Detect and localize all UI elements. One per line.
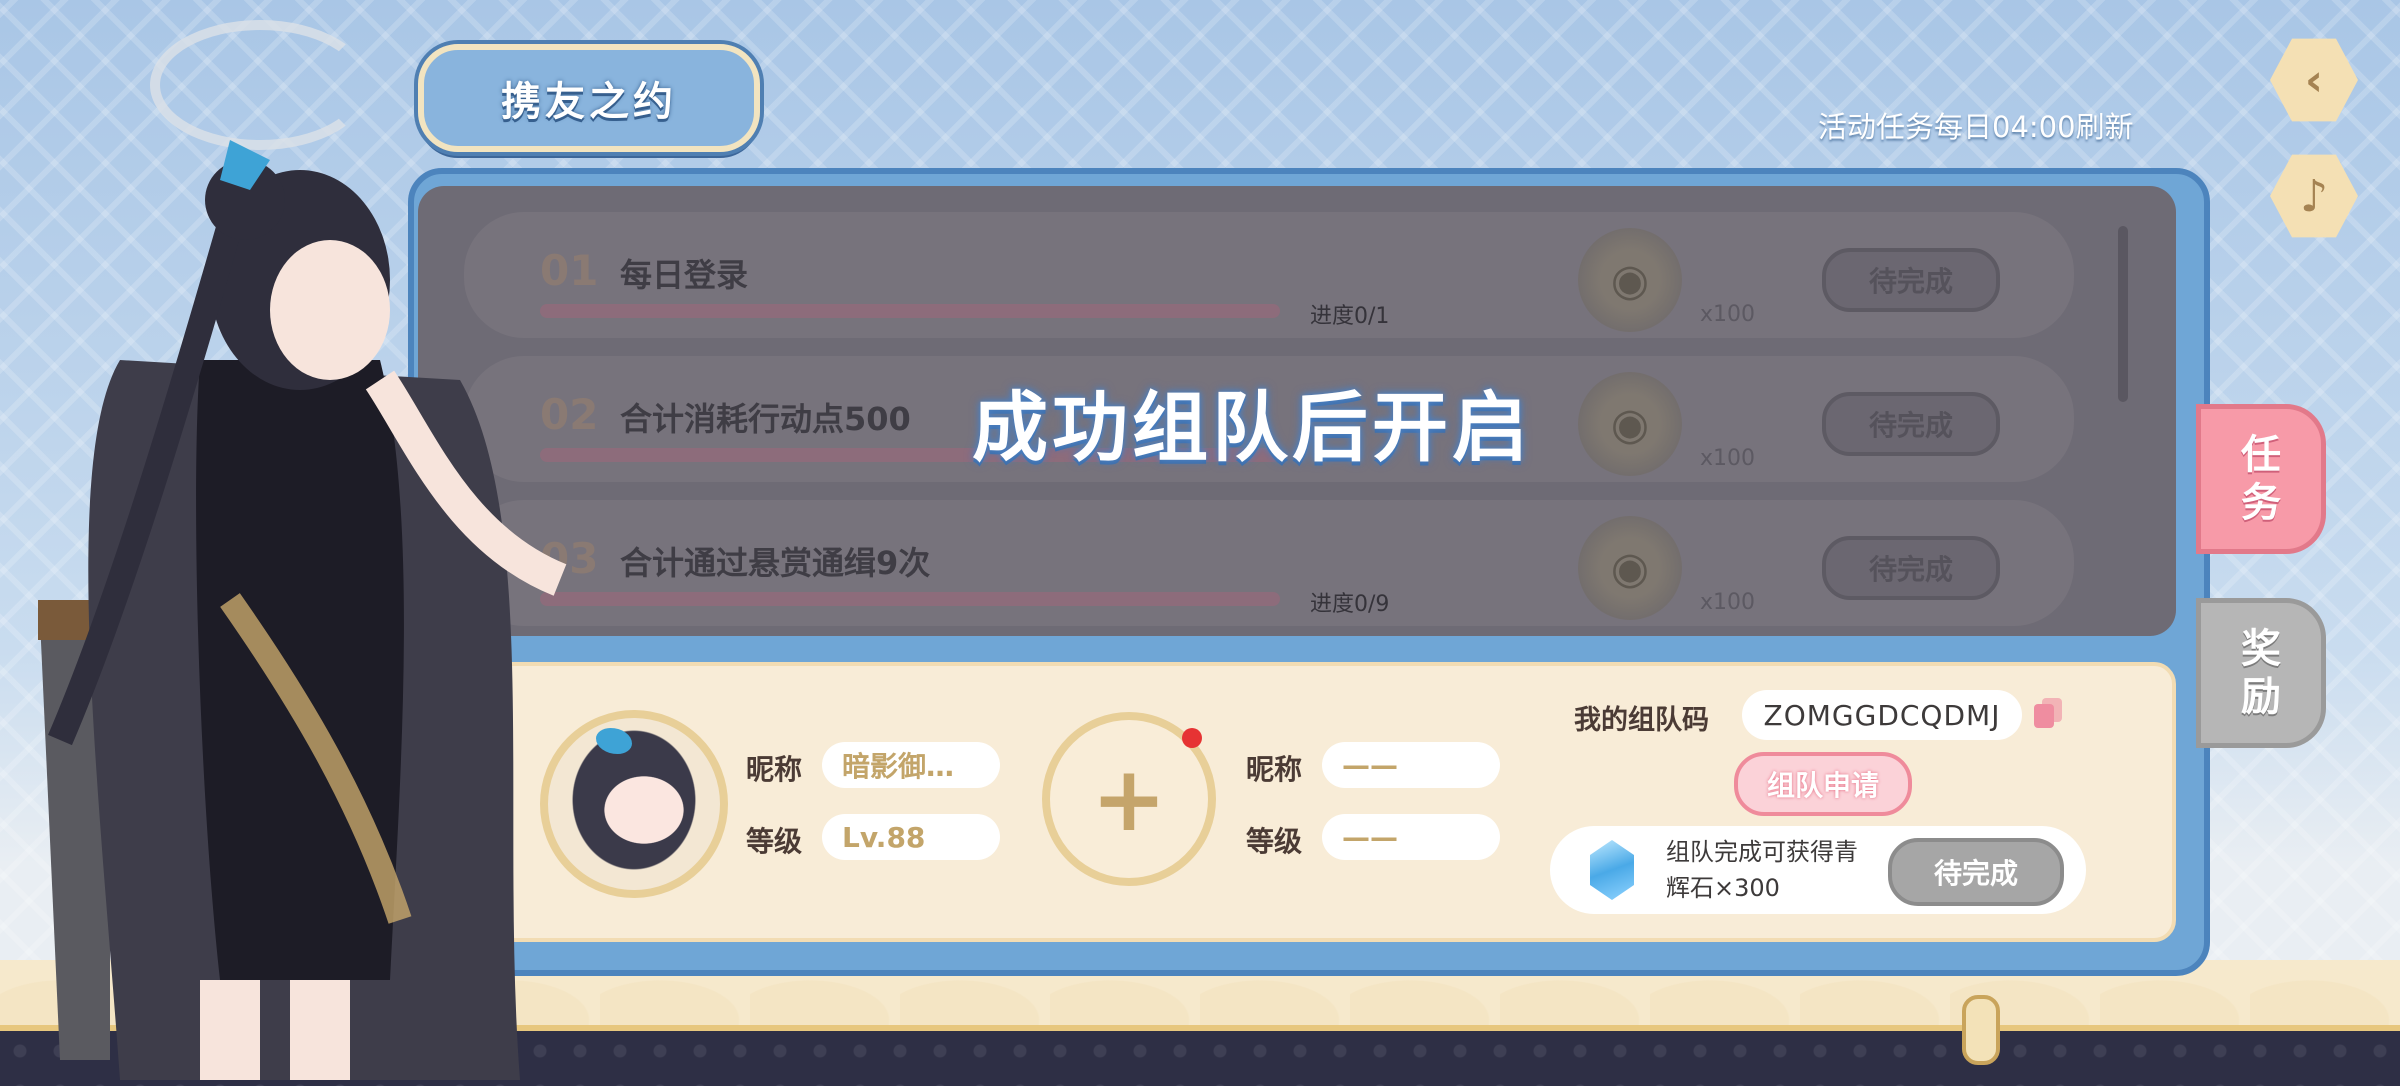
team-code-field: ZOMGGDCQDMJ — [1742, 690, 2022, 740]
self-level-field: Lv.88 — [822, 814, 1000, 860]
partner-nickname-field: —— — [1322, 742, 1500, 788]
team-reward-status-button[interactable]: 待完成 — [1888, 838, 2064, 906]
task-status-button[interactable]: 待完成 — [1822, 248, 2000, 312]
reward-coin-icon: ◉ — [1578, 372, 1682, 476]
task-title: 合计通过悬赏通缉9次 — [620, 544, 931, 582]
partner-level-field: —— — [1322, 814, 1500, 860]
reward-coin-icon: ◉ — [1578, 516, 1682, 620]
team-code-label: 我的组队码 — [1574, 705, 1709, 736]
notification-dot — [1182, 728, 1202, 748]
task-title: 合计消耗行动点500 — [620, 400, 911, 438]
refresh-note: 活动任务每日04:00刷新 — [1818, 110, 2134, 144]
page-scroll-handle[interactable] — [1962, 995, 2000, 1065]
self-nickname-label: 昵称 — [746, 753, 803, 786]
copy-icon[interactable] — [2034, 698, 2062, 730]
tab-tasks[interactable]: 任务 — [2196, 404, 2326, 554]
task-list-scrollbar[interactable] — [2118, 226, 2128, 402]
reward-count: x100 — [1700, 302, 1756, 327]
reward-count: x100 — [1700, 446, 1756, 471]
reward-count: x100 — [1700, 590, 1756, 615]
locked-overlay-message: 成功组队后开启 — [972, 383, 1532, 472]
task-row: 03 合计通过悬赏通缉9次 进度0/9 ◉ x100 待完成 — [464, 500, 2074, 626]
partner-level-label: 等级 — [1246, 825, 1303, 858]
self-level-label: 等级 — [746, 825, 803, 858]
tab-rewards-label: 奖励 — [2241, 626, 2281, 720]
task-progress-text: 进度0/1 — [1310, 304, 1390, 329]
task-status-button[interactable]: 待完成 — [1822, 536, 2000, 600]
team-apply-button[interactable]: 组队申请 — [1734, 752, 1912, 816]
team-reward-text: 组队完成可获得青辉石×300 — [1666, 838, 1858, 902]
plus-icon: + — [1091, 746, 1167, 852]
task-row: 01 每日登录 进度0/1 ◉ x100 待完成 — [464, 212, 2074, 338]
tab-rewards[interactable]: 奖励 — [2196, 598, 2326, 748]
music-mute-icon: ♪ — [2299, 170, 2329, 222]
reward-coin-icon: ◉ — [1578, 228, 1682, 332]
back-arrow-icon: ‹ — [2304, 54, 2324, 106]
task-progress-bar — [540, 304, 1280, 318]
character-illustration — [38, 140, 567, 1080]
partner-nickname-label: 昵称 — [1246, 753, 1303, 786]
task-progress-text: 进度0/9 — [1310, 592, 1390, 617]
task-status-button[interactable]: 待完成 — [1822, 392, 2000, 456]
self-nickname-field: 暗影御… — [822, 742, 1000, 788]
task-progress-bar — [540, 592, 1280, 606]
tab-tasks-label: 任务 — [2241, 432, 2281, 526]
task-title: 每日登录 — [620, 256, 749, 294]
